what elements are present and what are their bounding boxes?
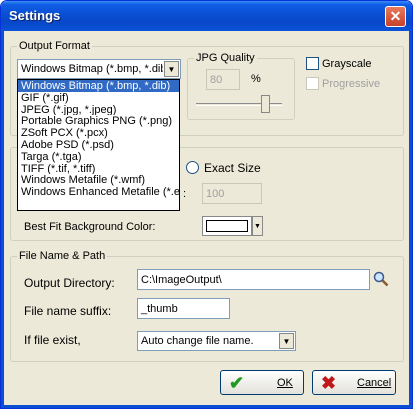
chevron-down-icon[interactable]: ▼ bbox=[252, 216, 263, 236]
height-input[interactable]: 100 bbox=[202, 183, 262, 204]
dropdown-option[interactable]: TIFF (*.tif, *.tiff) bbox=[18, 163, 179, 175]
exact-size-label: Exact Size bbox=[204, 161, 261, 175]
dropdown-option[interactable]: GIF (*.gif) bbox=[18, 92, 179, 104]
suffix-input[interactable]: _thumb bbox=[137, 298, 230, 319]
dropdown-option[interactable]: Portable Graphics PNG (*.png) bbox=[18, 115, 179, 127]
file-path-legend: File Name & Path bbox=[17, 250, 108, 262]
cancel-x-icon: ✖ bbox=[321, 373, 337, 393]
height-colon: : bbox=[183, 188, 187, 200]
exists-selected: Auto change file name. bbox=[141, 335, 254, 347]
bg-color-preview bbox=[206, 220, 248, 232]
window-frame-bottom bbox=[1, 405, 412, 408]
output-format-legend: Output Format bbox=[17, 40, 92, 52]
dropdown-option[interactable]: JPEG (*.jpg, *.jpeg) bbox=[18, 104, 179, 116]
output-format-selected: Windows Bitmap (*.bmp, *.dib) bbox=[21, 63, 163, 75]
dropdown-option[interactable]: Windows Metafile (*.wmf) bbox=[18, 174, 179, 186]
close-button[interactable]: ✕ bbox=[385, 6, 406, 27]
checkmark-icon: ✔ bbox=[229, 373, 245, 393]
jpg-quality-group: JPG Quality bbox=[187, 52, 295, 120]
output-format-dropdown[interactable]: Windows Bitmap (*.bmp, *.dib) GIF (*.gif)… bbox=[17, 79, 180, 211]
dropdown-option[interactable]: Targa (*.tga) bbox=[18, 151, 179, 163]
dropdown-option[interactable]: Windows Enhanced Metafile (*.emf) bbox=[18, 186, 179, 198]
settings-dialog: Settings ✕ Output Format Windows Bitmap … bbox=[0, 0, 413, 409]
jpg-quality-input[interactable]: 80 bbox=[206, 69, 240, 90]
output-format-select[interactable]: Windows Bitmap (*.bmp, *.dib) ▼ bbox=[17, 59, 181, 79]
grayscale-label: Grayscale bbox=[322, 58, 372, 70]
exists-select[interactable]: Auto change file name. ▼ bbox=[137, 331, 296, 351]
dropdown-option[interactable]: Windows Bitmap (*.bmp, *.dib) bbox=[18, 80, 179, 92]
suffix-label: File name suffix: bbox=[24, 304, 112, 318]
chevron-down-icon[interactable]: ▼ bbox=[279, 333, 294, 349]
dropdown-option[interactable]: ZSoft PCX (*.pcx) bbox=[18, 127, 179, 139]
window-frame-right bbox=[409, 31, 412, 408]
exists-label: If file exist, bbox=[24, 333, 81, 347]
chevron-down-icon[interactable]: ▼ bbox=[164, 61, 179, 77]
best-fit-bg-label: Best Fit Background Color: bbox=[24, 221, 156, 233]
output-dir-input[interactable]: C:\ImageOutput\ bbox=[137, 269, 370, 290]
bg-color-picker[interactable] bbox=[202, 216, 252, 236]
jpg-quality-slider-thumb[interactable] bbox=[260, 95, 270, 113]
grayscale-checkbox[interactable] bbox=[306, 57, 319, 70]
close-icon: ✕ bbox=[389, 8, 402, 24]
jpg-quality-legend: JPG Quality bbox=[194, 52, 257, 64]
search-icon[interactable] bbox=[373, 271, 389, 287]
progressive-checkbox[interactable] bbox=[306, 77, 319, 90]
cancel-label: Cancel bbox=[357, 377, 392, 389]
exact-size-radio[interactable] bbox=[186, 161, 199, 174]
window-title: Settings bbox=[9, 8, 61, 23]
jpg-quality-unit: % bbox=[251, 73, 261, 85]
progressive-label: Progressive bbox=[322, 78, 381, 90]
window-frame-left bbox=[1, 31, 4, 408]
ok-label: OK bbox=[277, 377, 293, 389]
ok-button[interactable]: ✔ OK bbox=[220, 370, 304, 395]
dropdown-option[interactable]: Adobe PSD (*.psd) bbox=[18, 139, 179, 151]
output-dir-label: Output Directory: bbox=[24, 276, 115, 290]
cancel-button[interactable]: ✖ Cancel bbox=[312, 370, 396, 395]
title-bar[interactable]: Settings ✕ bbox=[1, 1, 412, 31]
